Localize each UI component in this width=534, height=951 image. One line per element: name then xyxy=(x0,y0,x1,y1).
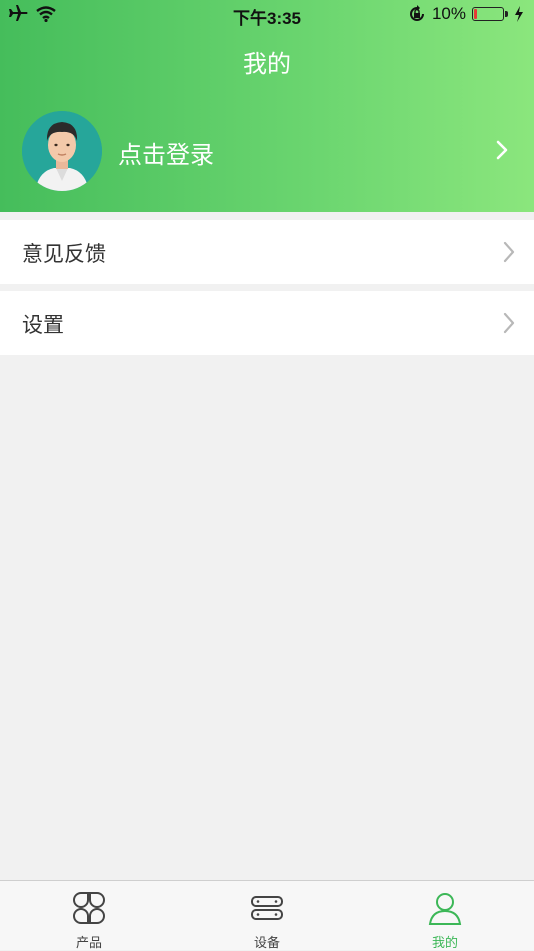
profile-header: 下午3:35 10% 我的 点击登录 xyxy=(0,0,534,212)
login-label[interactable]: 点击登录 xyxy=(118,135,214,170)
menu-item-label: 设置 xyxy=(22,313,64,337)
menu-item-label: 意见反馈 xyxy=(22,242,106,266)
menu-item-settings[interactable]: 设置 xyxy=(0,291,534,355)
menu-item-feedback[interactable]: 意见反馈 xyxy=(0,220,534,284)
person-icon xyxy=(428,893,462,925)
battery-level xyxy=(474,9,477,19)
battery-icon xyxy=(472,7,508,21)
page-title: 我的 xyxy=(243,50,291,78)
tab-label: 产品 xyxy=(75,936,102,951)
chevron-right-icon xyxy=(503,241,515,263)
avatar-icon xyxy=(22,111,102,191)
device-icon xyxy=(251,896,283,920)
rotation-lock-icon xyxy=(410,5,424,21)
status-right: 10% xyxy=(408,4,524,24)
login-row[interactable]: 点击登录 xyxy=(0,108,534,196)
grid-icon xyxy=(73,892,105,924)
chevron-right-icon[interactable] xyxy=(494,138,510,162)
tab-label: 设备 xyxy=(253,936,280,951)
tab-devices[interactable]: 设备 xyxy=(178,881,356,951)
status-bar: 下午3:35 10% xyxy=(0,0,534,30)
battery-percent: 10% xyxy=(431,4,466,23)
tab-bar: 产品 设备 我的 xyxy=(0,880,534,951)
avatar[interactable] xyxy=(22,111,102,191)
tab-me[interactable]: 我的 xyxy=(356,881,534,951)
tab-products[interactable]: 产品 xyxy=(0,881,178,951)
tab-label: 我的 xyxy=(431,936,458,951)
charging-icon xyxy=(515,6,523,22)
chevron-right-icon xyxy=(503,312,515,334)
